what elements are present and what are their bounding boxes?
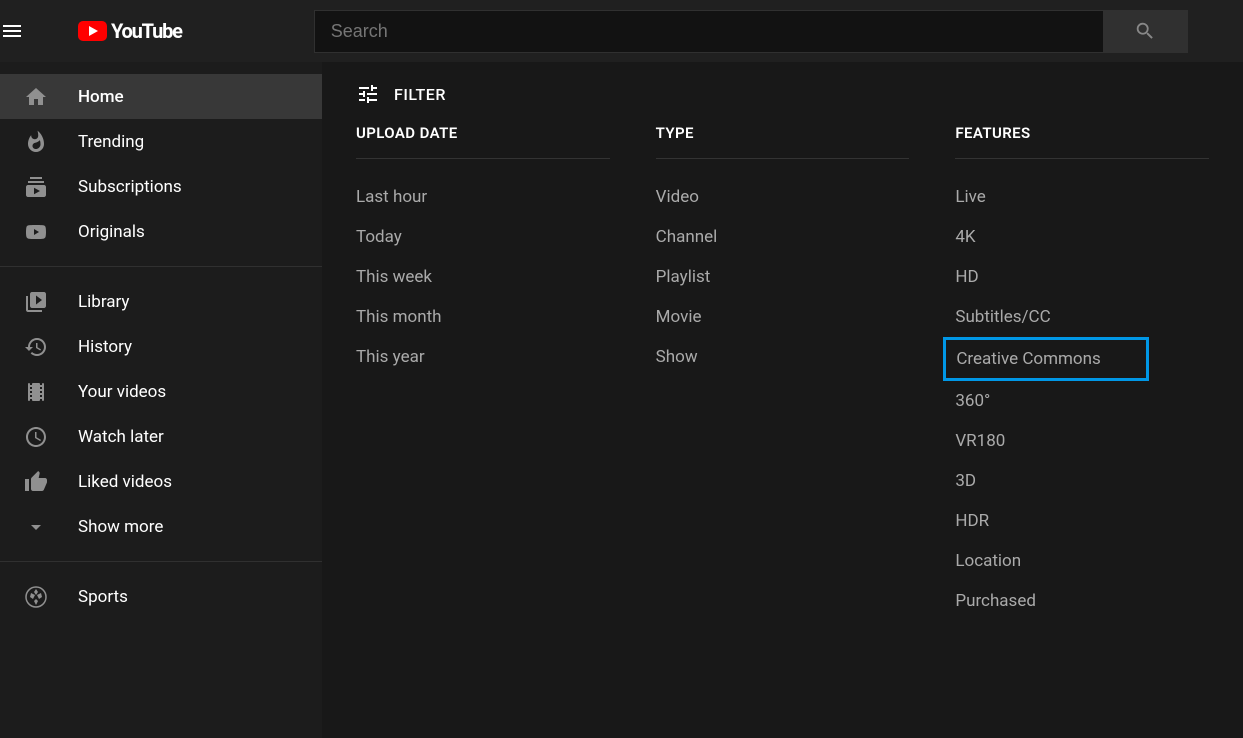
sidebar-item-library[interactable]: Library (0, 279, 322, 324)
subscriptions-icon-wrap (24, 175, 78, 199)
history-icon (24, 335, 48, 359)
filter-option-show[interactable]: Show (656, 337, 910, 377)
chevron-icon (24, 515, 48, 539)
home-icon-wrap (24, 85, 78, 109)
filter-option-movie[interactable]: Movie (656, 297, 910, 337)
tune-icon (356, 82, 380, 106)
sidebar-item-watch-later[interactable]: Watch later (0, 414, 322, 459)
sidebar-item-label: Show more (78, 517, 298, 537)
sidebar: Home Trending Subscriptions Originals Libra… (0, 62, 322, 738)
chevron-icon-wrap (24, 515, 78, 539)
sidebar-item-home[interactable]: Home (0, 74, 322, 119)
library-icon-wrap (24, 290, 78, 314)
sidebar-item-label: Originals (78, 222, 298, 242)
filter-option-today[interactable]: Today (356, 217, 610, 257)
filter-option-hd[interactable]: HD (955, 257, 1209, 297)
sidebar-item-label: Watch later (78, 427, 298, 447)
sidebar-item-sports[interactable]: Sports (0, 574, 322, 619)
library-icon (24, 290, 48, 314)
hamburger-menu-button[interactable] (0, 19, 72, 43)
subscriptions-icon (24, 175, 48, 199)
sidebar-item-trending[interactable]: Trending (0, 119, 322, 164)
main-content: FILTER UPLOAD DATE Last hourTodayThis wee… (322, 62, 1243, 738)
filter-option-subtitles-cc[interactable]: Subtitles/CC (955, 297, 1209, 337)
sidebar-item-your-videos[interactable]: Your videos (0, 369, 322, 414)
home-icon (24, 85, 48, 109)
sidebar-item-liked-videos[interactable]: Liked videos (0, 459, 322, 504)
sidebar-item-label: Subscriptions (78, 177, 298, 197)
flame-icon (24, 130, 48, 154)
sidebar-item-label: Trending (78, 132, 298, 152)
filter-option-channel[interactable]: Channel (656, 217, 910, 257)
sidebar-item-label: Liked videos (78, 472, 298, 492)
search-icon (1134, 20, 1156, 42)
filter-label: FILTER (394, 85, 446, 104)
sidebar-section-extra: Sports (0, 562, 322, 631)
sidebar-item-label: Sports (78, 587, 298, 607)
sports-icon (24, 585, 48, 609)
filter-panel: UPLOAD DATE Last hourTodayThis weekThis m… (356, 124, 1209, 621)
flame-icon-wrap (24, 130, 78, 154)
sidebar-item-history[interactable]: History (0, 324, 322, 369)
search-input[interactable] (314, 10, 1104, 53)
filter-option-live[interactable]: Live (955, 177, 1209, 217)
hamburger-icon (0, 19, 24, 43)
top-header: YouTube (0, 0, 1243, 62)
filter-column-upload-date: UPLOAD DATE Last hourTodayThis weekThis m… (356, 124, 610, 621)
originals-icon-wrap (24, 220, 78, 244)
sidebar-item-show-more[interactable]: Show more (0, 504, 322, 549)
filter-option-this-month[interactable]: This month (356, 297, 610, 337)
filter-option-location[interactable]: Location (955, 541, 1209, 581)
filter-option-3d[interactable]: 3D (955, 461, 1209, 501)
youtube-play-icon (78, 21, 107, 41)
sports-icon-wrap (24, 585, 78, 609)
youtube-logo[interactable]: YouTube (78, 19, 182, 43)
filter-option-this-week[interactable]: This week (356, 257, 610, 297)
search-bar (314, 11, 1188, 51)
filter-option-4k[interactable]: 4K (955, 217, 1209, 257)
filter-option-purchased[interactable]: Purchased (955, 581, 1209, 621)
sidebar-item-label: Library (78, 292, 298, 312)
originals-icon (24, 220, 48, 244)
sidebar-item-label: Home (78, 87, 298, 107)
sidebar-item-subscriptions[interactable]: Subscriptions (0, 164, 322, 209)
filter-option-video[interactable]: Video (656, 177, 910, 217)
filter-column-heading: TYPE (656, 124, 910, 159)
clock-icon (24, 425, 48, 449)
filter-option-hdr[interactable]: HDR (955, 501, 1209, 541)
filter-column-heading: UPLOAD DATE (356, 124, 610, 159)
yourvideos-icon (24, 380, 48, 404)
yourvideos-icon-wrap (24, 380, 78, 404)
filter-option-360-[interactable]: 360° (955, 381, 1209, 421)
sidebar-section-secondary: Library History Your videos Watch later Like… (0, 267, 322, 562)
clock-icon-wrap (24, 425, 78, 449)
filter-column-type: TYPE VideoChannelPlaylistMovieShow (656, 124, 910, 621)
thumb-icon-wrap (24, 470, 78, 494)
filter-option-this-year[interactable]: This year (356, 337, 610, 377)
sidebar-item-label: Your videos (78, 382, 298, 402)
sidebar-section-primary: Home Trending Subscriptions Originals (0, 62, 322, 267)
thumb-icon (24, 470, 48, 494)
sidebar-item-label: History (78, 337, 298, 357)
filter-option-last-hour[interactable]: Last hour (356, 177, 610, 217)
sidebar-item-originals[interactable]: Originals (0, 209, 322, 254)
filter-toggle-button[interactable]: FILTER (356, 66, 1209, 122)
filter-column-features: FEATURESLive4KHDSubtitles/CCCreative Com… (955, 124, 1209, 621)
logo-text: YouTube (111, 19, 182, 43)
filter-option-creative-commons[interactable]: Creative Commons (943, 337, 1149, 381)
history-icon-wrap (24, 335, 78, 359)
filter-column-heading: FEATURES (955, 124, 1209, 159)
filter-option-playlist[interactable]: Playlist (656, 257, 910, 297)
search-button[interactable] (1104, 10, 1188, 53)
filter-option-vr180[interactable]: VR180 (955, 421, 1209, 461)
